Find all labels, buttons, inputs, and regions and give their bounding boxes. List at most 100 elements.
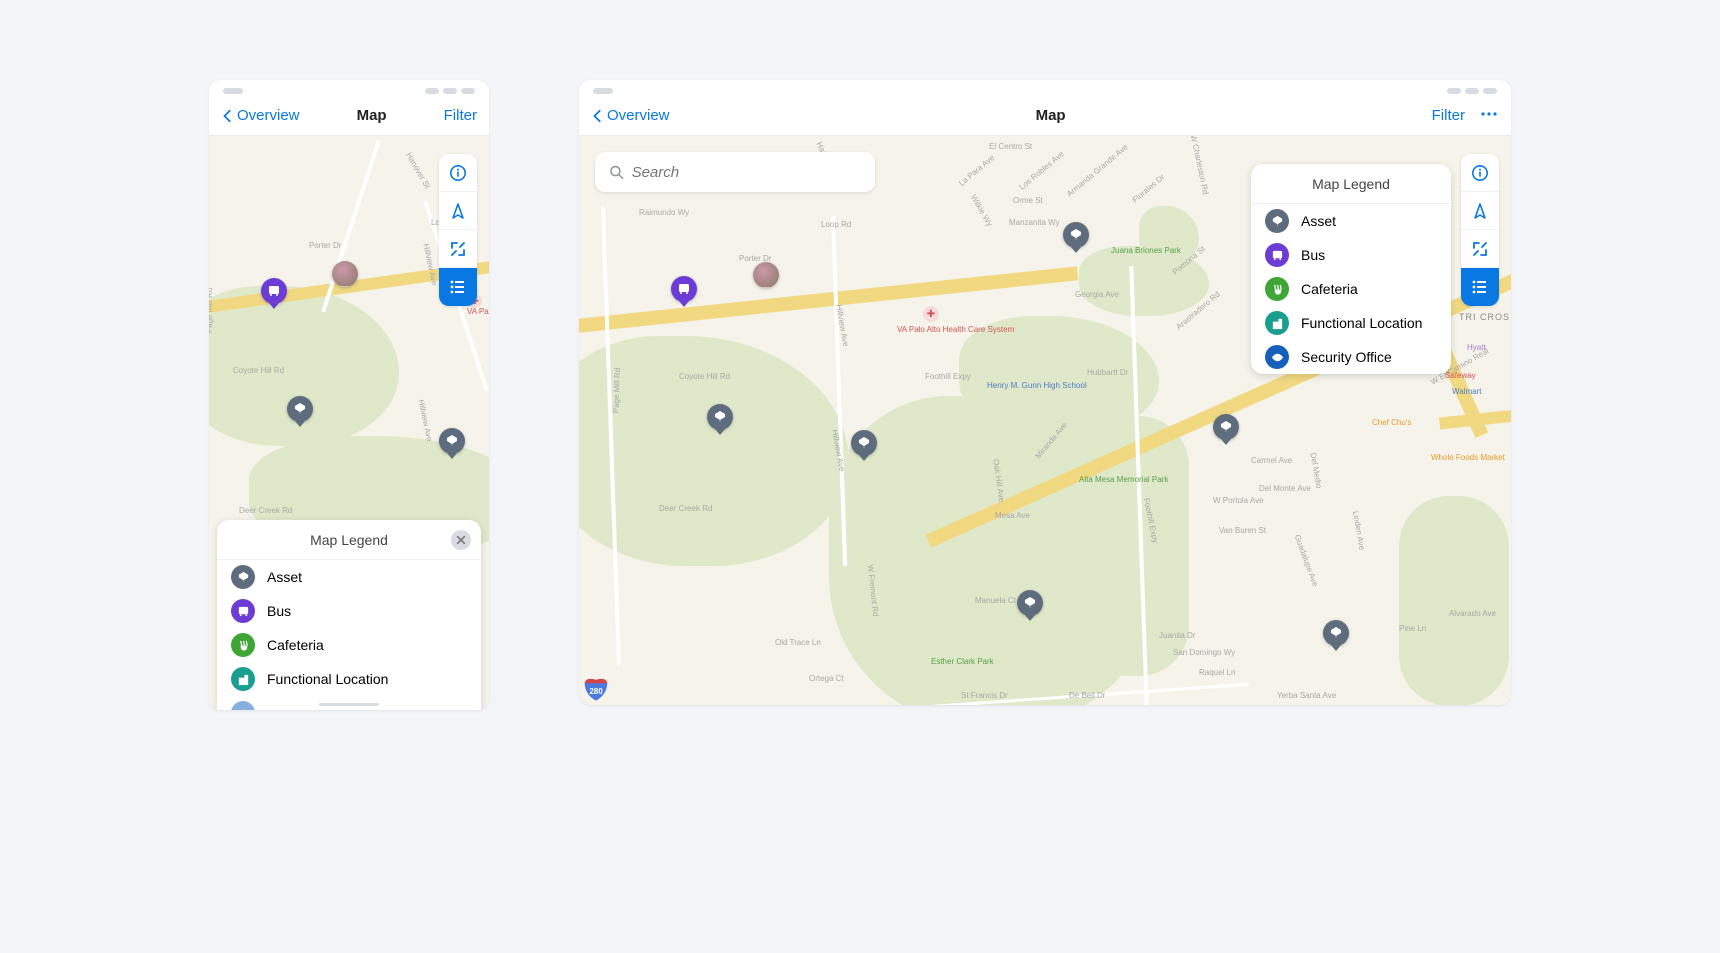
expand-icon [1471, 240, 1489, 258]
status-time [223, 88, 243, 94]
poi-label: Walmart [1452, 388, 1481, 397]
phone-device: Overview Map Filter Coyote Hill Rd Deer … [209, 80, 489, 710]
tablet-device: Overview Map Filter Coyote Hill Rd Deer … [579, 80, 1511, 705]
map-marker-asset[interactable] [1323, 620, 1349, 646]
poi-label: Esther Clark Park [931, 658, 994, 667]
road-label: Deer Creek Rd [239, 506, 292, 515]
road-label: TRI CROS [1459, 312, 1510, 322]
road-label: Guadalupe Ave [1293, 533, 1320, 587]
road-label: W Charleston Rd [1189, 136, 1210, 195]
road-label: Van Buren St [1219, 526, 1266, 535]
compass-icon [449, 202, 467, 220]
legend-label: Functional Location [1301, 315, 1422, 331]
legend-item-bus: Bus [217, 594, 481, 628]
back-button[interactable]: Overview [221, 107, 300, 124]
road-label: Coyote Hill Rd [679, 372, 730, 381]
list-icon [1471, 278, 1489, 296]
road-label: San Domingo Wy [1173, 648, 1235, 657]
cafeteria-icon [231, 633, 255, 657]
road-label: Raquel Ln [1199, 668, 1235, 677]
expand-button[interactable] [1461, 230, 1499, 268]
road-label: Mesa Ave [995, 511, 1030, 520]
chevron-left-icon [591, 109, 605, 123]
map-marker-avatar[interactable] [332, 261, 358, 287]
legend-title: Map Legend [217, 520, 481, 560]
filter-button[interactable]: Filter [1432, 107, 1465, 124]
legend-label: Functional Location [267, 671, 388, 687]
close-icon [456, 535, 466, 545]
legend-item-bus: Bus [1251, 238, 1451, 272]
poi-label: VA Pal [467, 308, 489, 317]
road-label: El Centro St [989, 142, 1032, 151]
filter-button[interactable]: Filter [444, 107, 477, 124]
road-label: Carmel Ave [1251, 456, 1292, 465]
legend-label: Cafeteria [267, 637, 324, 653]
asset-icon [231, 565, 255, 589]
road-label: Hanover St [404, 151, 432, 190]
road-label: Page Mill Rd [209, 288, 214, 333]
road-label: Raimundo Wy [639, 208, 689, 217]
locate-button[interactable] [439, 192, 477, 230]
info-button[interactable] [439, 154, 477, 192]
legend-label: Bus [1301, 247, 1325, 263]
status-bar [579, 80, 1511, 96]
road-label: Ortega Ct [809, 674, 844, 683]
map-marker-asset[interactable] [851, 430, 877, 456]
road-label: Alvarado Ave [1449, 609, 1496, 618]
map-marker-bus[interactable] [261, 278, 287, 304]
page-title: Map [1036, 107, 1066, 124]
legend-title: Map Legend [1251, 164, 1451, 204]
search-box[interactable] [595, 152, 875, 192]
map-marker-bus[interactable] [671, 276, 697, 302]
map[interactable]: Coyote Hill Rd Deer Creek Rd Porter Dr H… [579, 136, 1511, 705]
map-marker-asset[interactable] [1017, 590, 1043, 616]
map-toolbar [1461, 154, 1499, 306]
more-menu-button[interactable] [1479, 104, 1499, 128]
chevron-left-icon [221, 109, 235, 123]
legend-label: Asset [1301, 213, 1336, 229]
scroll-indicator [319, 703, 379, 706]
search-input[interactable] [632, 164, 861, 181]
map-marker-asset[interactable] [707, 404, 733, 430]
road-label: Porter Dr [309, 241, 341, 250]
map[interactable]: Coyote Hill Rd Deer Creek Rd Porter Dr H… [209, 136, 489, 710]
map-marker-asset[interactable] [1213, 414, 1239, 440]
map-marker-asset[interactable] [439, 428, 465, 454]
locate-button[interactable] [1461, 192, 1499, 230]
road-label: Juanita Dr [1159, 631, 1195, 640]
legend-toggle-button[interactable] [1461, 268, 1499, 306]
expand-button[interactable] [439, 230, 477, 268]
legend-item-security: Security Office [1251, 340, 1451, 374]
poi-label: Hyatt [1467, 344, 1486, 353]
road-label: Old Trace Ln [775, 638, 821, 647]
road-label: Manuela Ct [975, 596, 1016, 605]
map-marker-asset[interactable] [1063, 222, 1089, 248]
back-button[interactable]: Overview [591, 107, 670, 124]
road-label: La Para Ave [957, 153, 996, 188]
hospital-icon: ✚ [923, 306, 939, 322]
road-label: Hillview Ave [416, 399, 434, 442]
road-label: Wilkie Wy [969, 193, 994, 228]
map-marker-avatar[interactable] [753, 262, 779, 288]
back-label: Overview [607, 107, 670, 124]
legend-toggle-button[interactable] [439, 268, 477, 306]
road-label: Orme St [1013, 196, 1043, 205]
road-label: Loop Rd [821, 220, 851, 229]
road-label: Foothill Expy [925, 372, 971, 381]
legend-item-asset: Asset [1251, 204, 1451, 238]
status-time [593, 88, 613, 94]
legend-label: Bus [267, 603, 291, 619]
info-button[interactable] [1461, 154, 1499, 192]
legend-label: Security Office [1301, 349, 1392, 365]
legend-close-button[interactable] [451, 530, 471, 550]
poi-label: Juana Briones Park [1111, 247, 1181, 256]
road-label: Del Monte Ave [1259, 484, 1311, 493]
map-marker-asset[interactable] [287, 396, 313, 422]
road-label: Georgia Ave [1075, 290, 1119, 299]
back-label: Overview [237, 107, 300, 124]
nav-bar: Overview Map Filter [209, 96, 489, 136]
legend-item-functional: Functional Location [1251, 306, 1451, 340]
road-label: Florales Dr [1131, 172, 1167, 204]
road-label: Yerba Santa Ave [1277, 691, 1336, 700]
cafeteria-icon [1265, 277, 1289, 301]
